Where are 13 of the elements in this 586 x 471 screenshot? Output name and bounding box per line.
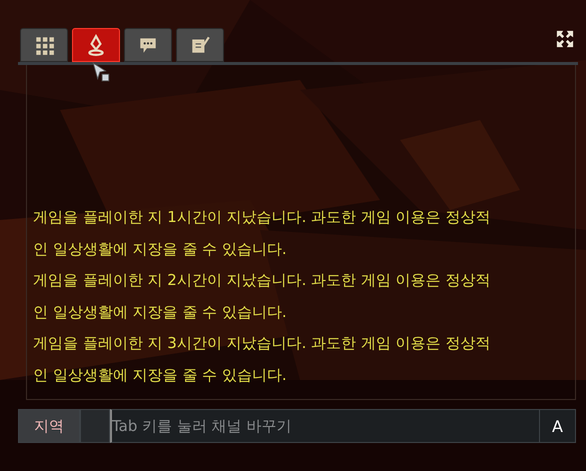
channel-button[interactable]: 지역 (18, 409, 80, 443)
tab[interactable] (20, 28, 68, 62)
chat-input-field[interactable]: Tab 키를 눌러 채널 바꾸기 (110, 409, 540, 443)
tab[interactable] (176, 28, 224, 62)
chat-message: 게임을 플레이한 지 1시간이 지났습니다. 과도한 게임 이용은 정상적인 일상생활에 지장을 줄 수 있습니다. (33, 207, 492, 260)
expand-icon[interactable] (556, 30, 574, 48)
empty-slot (80, 409, 110, 443)
tab[interactable] (72, 28, 120, 62)
input-mode-label: A (540, 409, 576, 443)
cursor-icon (92, 62, 110, 82)
tab[interactable] (124, 28, 172, 62)
chat-message: 게임을 플레이한 지 3시간이 지났습니다. 과도한 게임 이용은 정상적인 일상생활에 지장을 줄 수 있습니다. (33, 333, 492, 386)
chat-message: 게임을 플레이한 지 2시간이 지났습니다. 과도한 게임 이용은 정상적인 일상생활에 지장을 줄 수 있습니다. (33, 270, 492, 322)
